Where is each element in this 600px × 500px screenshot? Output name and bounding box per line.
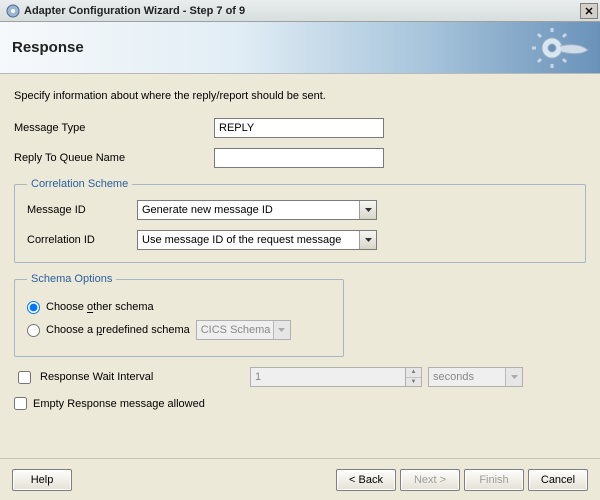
- schema-options-group: Schema Options Choose other schema Choos…: [14, 273, 344, 357]
- chevron-down-icon: [359, 231, 376, 249]
- reply-queue-label: Reply To Queue Name: [14, 152, 214, 164]
- spinner-up-icon: ▲: [406, 368, 421, 378]
- window-title: Adapter Configuration Wizard - Step 7 of…: [24, 5, 580, 17]
- choose-other-schema-radio[interactable]: [27, 301, 40, 314]
- close-button[interactable]: [580, 3, 598, 19]
- page-title: Response: [12, 39, 84, 56]
- spinner-buttons: ▲ ▼: [405, 368, 421, 386]
- description-text: Specify information about where the repl…: [14, 90, 586, 102]
- title-bar: Adapter Configuration Wizard - Step 7 of…: [0, 0, 600, 22]
- choose-predefined-schema-label: Choose a predefined schema: [46, 324, 190, 336]
- banner: Response: [0, 22, 600, 74]
- message-type-row: Message Type: [14, 118, 586, 138]
- message-id-label: Message ID: [27, 204, 137, 216]
- reply-queue-input[interactable]: [214, 148, 384, 168]
- content-area: Specify information about where the repl…: [0, 74, 600, 422]
- close-icon: [585, 7, 593, 15]
- response-wait-value: 1: [255, 371, 261, 383]
- correlation-id-label: Correlation ID: [27, 234, 137, 246]
- wait-unit-combo: seconds: [428, 367, 523, 387]
- help-button[interactable]: Help: [12, 469, 72, 491]
- back-button[interactable]: < Back: [336, 469, 396, 491]
- choose-other-schema-label: Choose other schema: [46, 301, 154, 313]
- message-id-value: Generate new message ID: [142, 204, 273, 216]
- chevron-down-icon: [505, 368, 522, 386]
- gear-icon: [530, 26, 590, 70]
- message-id-combo[interactable]: Generate new message ID: [137, 200, 377, 220]
- footer: Help < Back Next > Finish Cancel: [0, 458, 600, 500]
- message-type-input[interactable]: [214, 118, 384, 138]
- app-icon: [6, 4, 20, 18]
- correlation-id-combo[interactable]: Use message ID of the request message: [137, 230, 377, 250]
- correlation-scheme-group: Correlation Scheme Message ID Generate n…: [14, 178, 586, 263]
- predefined-schema-value: CICS Schema: [201, 324, 271, 336]
- correlation-id-value: Use message ID of the request message: [142, 234, 341, 246]
- reply-queue-row: Reply To Queue Name: [14, 148, 586, 168]
- message-type-label: Message Type: [14, 122, 214, 134]
- predefined-schema-combo: CICS Schema: [196, 320, 291, 340]
- choose-other-schema-row: Choose other schema: [27, 301, 331, 314]
- empty-response-label: Empty Response message allowed: [33, 398, 205, 410]
- choose-predefined-schema-row: Choose a predefined schema CICS Schema: [27, 320, 331, 340]
- wait-unit-value: seconds: [433, 371, 474, 383]
- response-wait-spinner: 1 ▲ ▼: [250, 367, 422, 387]
- finish-button[interactable]: Finish: [464, 469, 524, 491]
- chevron-down-icon: [273, 321, 290, 339]
- spinner-down-icon: ▼: [406, 378, 421, 387]
- correlation-legend: Correlation Scheme: [27, 178, 132, 190]
- response-wait-row: Response Wait Interval 1 ▲ ▼ seconds: [14, 367, 586, 387]
- next-button[interactable]: Next >: [400, 469, 460, 491]
- response-wait-label: Response Wait Interval: [40, 371, 153, 383]
- schema-legend: Schema Options: [27, 273, 116, 285]
- choose-predefined-schema-radio[interactable]: [27, 324, 40, 337]
- chevron-down-icon: [359, 201, 376, 219]
- response-wait-checkbox[interactable]: [18, 371, 31, 384]
- empty-response-row: Empty Response message allowed: [14, 397, 586, 410]
- cancel-button[interactable]: Cancel: [528, 469, 588, 491]
- empty-response-checkbox[interactable]: [14, 397, 27, 410]
